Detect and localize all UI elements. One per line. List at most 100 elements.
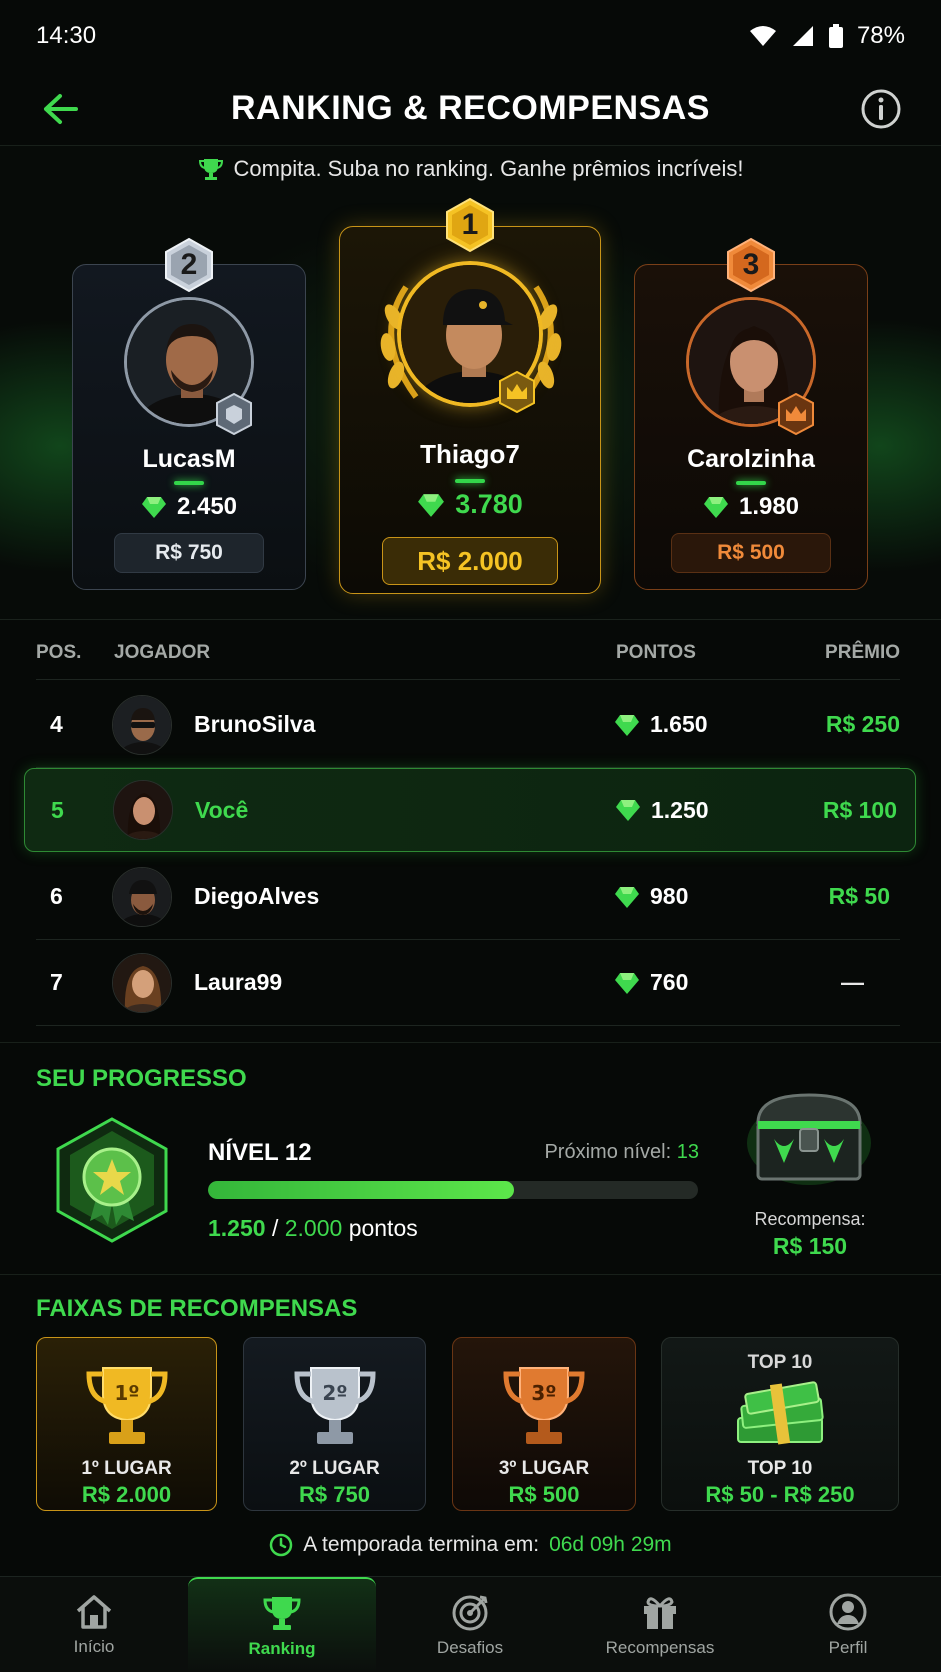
- crown-badge-icon: [777, 392, 815, 436]
- player-points: 1.980: [635, 493, 867, 521]
- podium-card-second[interactable]: 2 LucasM 2.450 R$ 750: [72, 237, 306, 590]
- column-player: JOGADOR: [114, 642, 211, 663]
- divider: [174, 481, 204, 485]
- column-pos: POS.: [36, 642, 82, 663]
- tagline: Compita. Suba no ranking. Ganhe prêmios …: [0, 156, 941, 182]
- wifi-icon: [749, 25, 777, 47]
- player-points: 980: [614, 854, 688, 939]
- reward-tiers-section: FAIXAS DE RECOMPENSAS 1º 1º LUGAR R$ 2.0…: [0, 1274, 941, 1574]
- back-button[interactable]: [36, 86, 82, 132]
- gem-icon: [615, 714, 639, 736]
- table-row[interactable]: 6 DiegoAlves 980 R$ 50: [36, 854, 900, 940]
- divider: [455, 479, 485, 483]
- player-prize: R$ 100: [822, 796, 897, 823]
- table-row[interactable]: 7 Laura99 760 —: [36, 940, 900, 1026]
- tier-label: TOP 10: [747, 1458, 813, 1479]
- gem-icon: [418, 493, 445, 517]
- player-points: 2.450: [73, 493, 305, 521]
- tier-card-second[interactable]: 2º 2º LUGAR R$ 750: [243, 1337, 426, 1511]
- progress-points: 1.250 / 2.000 pontos: [208, 1215, 418, 1241]
- section-title: FAIXAS DE RECOMPENSAS: [36, 1295, 358, 1322]
- silver-trophy-icon: 2º: [289, 1360, 381, 1452]
- gem-icon: [616, 800, 640, 821]
- section-title: SEU PROGRESSO: [36, 1065, 247, 1092]
- gold-trophy-icon: 1º: [81, 1360, 173, 1452]
- arrow-left-icon: [44, 94, 78, 124]
- status-time: 14:30: [36, 22, 97, 49]
- player-name: LucasM: [142, 445, 236, 473]
- player-points: 1.250: [615, 769, 709, 851]
- level-progress-fill: [208, 1181, 515, 1199]
- nav-item-desafios[interactable]: Desafios: [400, 1577, 540, 1672]
- player-prize: —: [841, 969, 864, 995]
- shield-icon: [215, 392, 253, 436]
- player-prize: R$ 250: [825, 711, 900, 737]
- avatar: [113, 769, 173, 851]
- podium-section: Compita. Suba no ranking. Ganhe prêmios …: [0, 146, 941, 620]
- tier-card-first[interactable]: 1º 1º LUGAR R$ 2.000: [36, 1337, 217, 1511]
- avatar: [112, 940, 172, 1025]
- level-progress-bar: [208, 1181, 698, 1199]
- reward-label: Recompensa:: [754, 1209, 866, 1229]
- gem-icon: [703, 497, 728, 518]
- rank-badge-second: 2: [163, 237, 215, 293]
- player-name: Laura99: [194, 969, 283, 995]
- ranking-table-header: POS. JOGADOR PONTOS PRÊMIO: [36, 632, 900, 680]
- player-name: Thiago7: [420, 439, 520, 469]
- avatar: [112, 682, 172, 767]
- player-name: Carolzinha: [687, 445, 815, 473]
- tier-label: 2º LUGAR: [289, 1458, 380, 1479]
- cash-stack-icon: [732, 1380, 828, 1450]
- player-name: BrunoSilva: [194, 711, 316, 737]
- tier-card-top10[interactable]: TOP 10 TOP 10 R$ 50 - R$ 250: [661, 1337, 899, 1511]
- nav-item-inicio[interactable]: Início: [24, 1577, 164, 1672]
- svg-text:2º: 2º: [322, 1381, 347, 1405]
- row-position: 7: [50, 969, 63, 995]
- prize-badge: R$ 2.000: [382, 537, 558, 585]
- column-prize: PRÊMIO: [825, 642, 900, 663]
- level-label: NÍVEL 12: [208, 1139, 312, 1166]
- trophy-icon: [263, 1597, 301, 1630]
- nav-item-ranking[interactable]: Ranking: [188, 1577, 376, 1672]
- table-row-current-user[interactable]: 5 Você 1.250 R$ 100: [24, 768, 916, 852]
- prize-badge: R$ 500: [671, 533, 831, 573]
- bottom-nav: Início Ranking Desafios Recompensas Perf…: [0, 1576, 941, 1672]
- user-icon: [829, 1593, 867, 1631]
- battery-icon: [828, 24, 843, 48]
- podium-card-first[interactable]: 1 Thiago7 3.780 R$ 2.000: [339, 197, 601, 594]
- treasure-chest-icon[interactable]: [744, 1083, 874, 1193]
- player-name: Você: [195, 796, 249, 823]
- row-position: 5: [51, 796, 64, 823]
- row-position: 4: [50, 711, 63, 737]
- target-icon: [452, 1595, 488, 1631]
- reward-value: R$ 150: [772, 1233, 848, 1259]
- podium-card-third[interactable]: 3 Carolzinha 1.980 R$ 500: [634, 237, 868, 590]
- crown-badge-icon: [498, 370, 536, 414]
- rank-badge-third: 3: [725, 237, 777, 293]
- player-points: 3.780: [340, 489, 600, 520]
- nav-item-recompensas[interactable]: Recompensas: [584, 1577, 736, 1672]
- player-points: 760: [614, 940, 688, 1025]
- tier-card-third[interactable]: 3º 3º LUGAR R$ 500: [452, 1337, 636, 1511]
- status-bar: 14:30 78%: [0, 0, 941, 72]
- tier-label: 3º LUGAR: [498, 1458, 590, 1479]
- info-button[interactable]: [857, 85, 905, 133]
- tier-value: R$ 500: [508, 1482, 580, 1507]
- next-level: Próximo nível: 13: [544, 1141, 699, 1163]
- gem-icon: [615, 972, 639, 994]
- progress-section: SEU PROGRESSO NÍVEL 12 Próximo nível: 13…: [0, 1042, 941, 1274]
- gem-icon: [141, 497, 166, 518]
- player-points: 1.650: [614, 682, 708, 767]
- level-star-icon: [52, 1115, 172, 1245]
- nav-item-perfil[interactable]: Perfil: [778, 1577, 918, 1672]
- gem-icon: [615, 886, 639, 908]
- gift-icon: [644, 1597, 676, 1629]
- table-row[interactable]: 4 BrunoSilva 1.650 R$ 250: [36, 682, 900, 768]
- prize-badge: R$ 750: [114, 533, 264, 573]
- rank-badge-first: 1: [444, 197, 496, 253]
- trophy-icon: [198, 159, 223, 180]
- info-icon: [861, 89, 901, 129]
- svg-text:1º: 1º: [114, 1381, 139, 1405]
- tier-value: R$ 750: [299, 1482, 370, 1507]
- clock-icon: [270, 1533, 293, 1557]
